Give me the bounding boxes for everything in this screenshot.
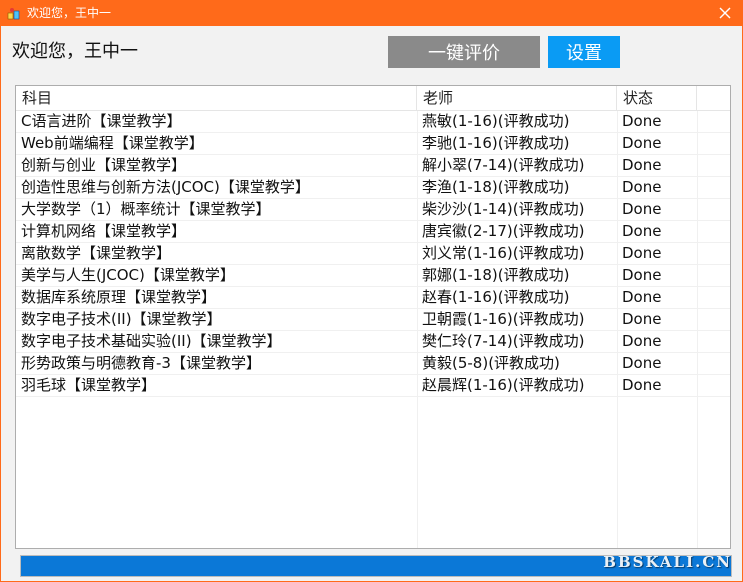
cell-status: Done <box>622 332 662 350</box>
cell-teacher: 李驰(1-16)(评教成功) <box>422 134 570 152</box>
list-header: 科目 老师 状态 <box>16 86 730 111</box>
table-row[interactable]: Web前端编程【课堂教学】 李驰(1-16)(评教成功) Done <box>16 133 730 155</box>
course-list[interactable]: 科目 老师 状态 C语言进阶【课堂教学】 燕敏(1-16)(评教成功) Done We… <box>15 85 731 549</box>
cell-status: Done <box>622 310 662 328</box>
cell-status: Done <box>622 288 662 306</box>
welcome-label: 欢迎您，王中一 <box>12 41 138 62</box>
cell-subject: 大学数学（1）概率统计【课堂教学】 <box>21 200 271 218</box>
cell-teacher: 黄毅(5-8)(评教成功) <box>422 354 560 372</box>
close-icon <box>719 7 731 19</box>
cell-teacher: 樊仁玲(7-14)(评教成功) <box>422 332 585 350</box>
cell-subject: 计算机网络【课堂教学】 <box>21 222 187 240</box>
cell-status: Done <box>622 156 662 174</box>
cell-teacher: 李渔(1-18)(评教成功) <box>422 178 570 196</box>
table-row[interactable]: 创新与创业【课堂教学】 解小翠(7-14)(评教成功) Done <box>16 155 730 177</box>
table-row[interactable]: 数据库系统原理【课堂教学】 赵春(1-16)(评教成功) Done <box>16 287 730 309</box>
cell-subject: 数字电子技术基础实验(II)【课堂教学】 <box>21 332 282 350</box>
column-header-subject[interactable]: 科目 <box>16 86 417 110</box>
cell-subject: 美学与人生(JCOC)【课堂教学】 <box>21 266 235 284</box>
cell-status: Done <box>622 376 662 394</box>
cell-teacher: 赵春(1-16)(评教成功) <box>422 288 570 306</box>
cell-subject: 羽毛球【课堂教学】 <box>21 376 157 394</box>
column-header-status[interactable]: 状态 <box>617 86 697 110</box>
table-row[interactable]: 大学数学（1）概率统计【课堂教学】 柴沙沙(1-14)(评教成功) Done <box>16 199 730 221</box>
settings-button[interactable]: 设置 <box>548 36 620 68</box>
title-bar[interactable]: 欢迎您，王中一 <box>1 1 742 26</box>
app-logo-icon <box>7 7 21 21</box>
cell-teacher: 郭娜(1-18)(评教成功) <box>422 266 570 284</box>
cell-subject: C语言进阶【课堂教学】 <box>21 112 182 130</box>
cell-subject: 离散数学【课堂教学】 <box>21 244 172 262</box>
cell-teacher: 柴沙沙(1-14)(评教成功) <box>422 200 585 218</box>
cell-teacher: 赵晨辉(1-16)(评教成功) <box>422 376 585 394</box>
table-row[interactable]: 创造性思维与创新方法(JCOC)【课堂教学】 李渔(1-18)(评教成功) Done <box>16 177 730 199</box>
cell-subject: 创造性思维与创新方法(JCOC)【课堂教学】 <box>21 178 310 196</box>
column-header-filler <box>697 86 730 110</box>
table-row[interactable]: 美学与人生(JCOC)【课堂教学】 郭娜(1-18)(评教成功) Done <box>16 265 730 287</box>
window-title: 欢迎您，王中一 <box>27 6 112 20</box>
main-window: 欢迎您，王中一 欢迎您，王中一 一键评价 设置 科目 老师 状态 C语言进阶【课… <box>0 0 743 582</box>
cell-teacher: 解小翠(7-14)(评教成功) <box>422 156 585 174</box>
cell-status: Done <box>622 222 662 240</box>
cell-teacher: 燕敏(1-16)(评教成功) <box>422 112 570 130</box>
table-row[interactable]: 数字电子技术基础实验(II)【课堂教学】 樊仁玲(7-14)(评教成功) Done <box>16 331 730 353</box>
one-click-evaluate-button[interactable]: 一键评价 <box>388 36 540 68</box>
table-row[interactable]: 羽毛球【课堂教学】 赵晨辉(1-16)(评教成功) Done <box>16 375 730 397</box>
table-row[interactable]: 离散数学【课堂教学】 刘义常(1-16)(评教成功) Done <box>16 243 730 265</box>
cell-teacher: 刘义常(1-16)(评教成功) <box>422 244 585 262</box>
watermark: BBSKALI.CN <box>603 553 732 571</box>
table-row[interactable]: 数字电子技术(II)【课堂教学】 卫朝霞(1-16)(评教成功) Done <box>16 309 730 331</box>
cell-status: Done <box>622 266 662 284</box>
table-row[interactable]: 计算机网络【课堂教学】 唐宾徽(2-17)(评教成功) Done <box>16 221 730 243</box>
cell-subject: Web前端编程【课堂教学】 <box>21 134 204 152</box>
column-header-teacher[interactable]: 老师 <box>417 86 617 110</box>
cell-status: Done <box>622 244 662 262</box>
table-row[interactable]: 形势政策与明德教育-3【课堂教学】 黄毅(5-8)(评教成功) Done <box>16 353 730 375</box>
cell-status: Done <box>622 200 662 218</box>
cell-subject: 创新与创业【课堂教学】 <box>21 156 187 174</box>
cell-subject: 数据库系统原理【课堂教学】 <box>21 288 217 306</box>
cell-teacher: 卫朝霞(1-16)(评教成功) <box>422 310 585 328</box>
list-body: C语言进阶【课堂教学】 燕敏(1-16)(评教成功) Done Web前端编程【课堂教… <box>16 111 730 548</box>
cell-status: Done <box>622 354 662 372</box>
cell-teacher: 唐宾徽(2-17)(评教成功) <box>422 222 585 240</box>
cell-status: Done <box>622 178 662 196</box>
cell-status: Done <box>622 112 662 130</box>
cell-status: Done <box>622 134 662 152</box>
cell-subject: 形势政策与明德教育-3【课堂教学】 <box>21 354 261 372</box>
close-button[interactable] <box>708 1 742 26</box>
table-row[interactable]: C语言进阶【课堂教学】 燕敏(1-16)(评教成功) Done <box>16 111 730 133</box>
cell-subject: 数字电子技术(II)【课堂教学】 <box>21 310 222 328</box>
